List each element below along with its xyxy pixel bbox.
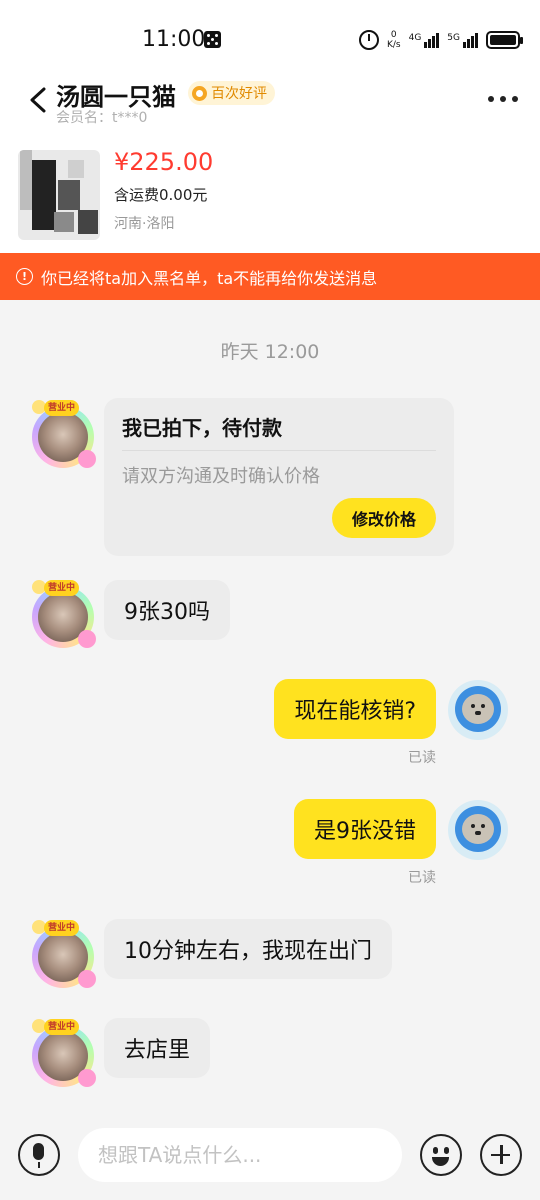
back-arrow-icon[interactable] [26,86,54,114]
rating-badge: 百次好评 [188,81,275,105]
header-panel: 11:00 0 K/s 4G 5G 汤圆一只猫 百次好评 会员名：t***0 ¥… [0,0,540,253]
order-card-title: 我已拍下，待付款 [122,416,282,440]
badge-label: 百次好评 [211,86,267,102]
emoji-icon[interactable] [420,1134,462,1176]
self-avatar[interactable] [448,800,508,860]
warning-icon: ! [16,268,33,285]
message-bubble: 10分钟左右，我现在出门 [104,919,392,979]
chat-timestamp: 昨天 12:00 [220,341,320,363]
input-bar [0,1110,540,1200]
message-bubble: 去店里 [104,1018,211,1078]
read-status: 已读 [408,870,436,886]
more-icon[interactable] [488,96,518,102]
product-thumbnail[interactable] [18,150,100,240]
warning-text: 你已经将ta加入黑名单，ta不能再给你发送消息 [41,268,378,288]
badge-icon [192,85,207,101]
alarm-icon [358,30,379,50]
message-bubble: 是9张没错 [294,799,436,859]
self-avatar[interactable] [448,680,508,740]
other-avatar[interactable]: 营业中 [26,1017,100,1091]
status-time: 11:00 [142,27,206,52]
plus-icon[interactable] [480,1134,522,1176]
divider [122,450,436,451]
net-speed: 0 K/s [386,30,401,50]
other-avatar[interactable]: 营业中 [26,398,100,472]
product-price: ¥225.00 [114,148,214,176]
signal-5g-icon: 5G [447,32,478,48]
blacklist-warning: ! 你已经将ta加入黑名单，ta不能再给你发送消息 [0,253,540,300]
status-bar: 11:00 0 K/s 4G 5G [0,0,540,80]
microphone-icon[interactable] [18,1134,60,1176]
modify-price-button[interactable]: 修改价格 [332,498,436,538]
read-status: 已读 [408,750,436,766]
order-card-subtitle: 请双方沟通及时确认价格 [122,466,320,487]
other-avatar[interactable]: 营业中 [26,918,100,992]
battery-icon [486,31,523,49]
notification-icon [204,31,221,48]
product-shipping: 含运费0.00元 [114,186,208,204]
signal-4g-icon: 4G [409,32,440,48]
member-name: 会员名：t***0 [56,110,148,126]
message-bubble: 9张30吗 [104,580,230,640]
status-icons: 0 K/s 4G 5G [358,28,523,52]
message-bubble: 现在能核销? [274,679,436,739]
message-input[interactable] [78,1128,402,1182]
product-location: 河南·洛阳 [114,216,175,232]
order-card: 我已拍下，待付款 请双方沟通及时确认价格 修改价格 [104,398,454,556]
other-avatar[interactable]: 营业中 [26,578,100,652]
